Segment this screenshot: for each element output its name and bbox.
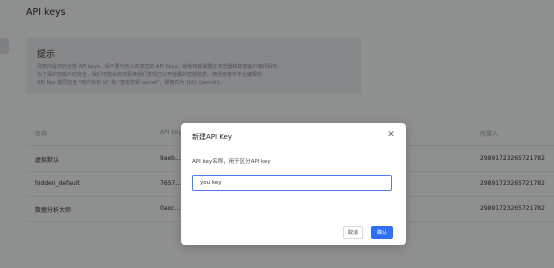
api-key-name-label: API key名称，用于区分API key (192, 159, 271, 165)
close-icon[interactable]: ✕ (386, 130, 396, 140)
create-api-key-dialog: 新建API Key ✕ API key名称，用于区分API key 取消 确认 (181, 123, 406, 245)
confirm-button[interactable]: 确认 (371, 226, 393, 239)
dialog-title: 新建API Key (192, 133, 232, 141)
cancel-button[interactable]: 取消 (343, 226, 363, 239)
api-key-name-input[interactable] (192, 175, 392, 191)
